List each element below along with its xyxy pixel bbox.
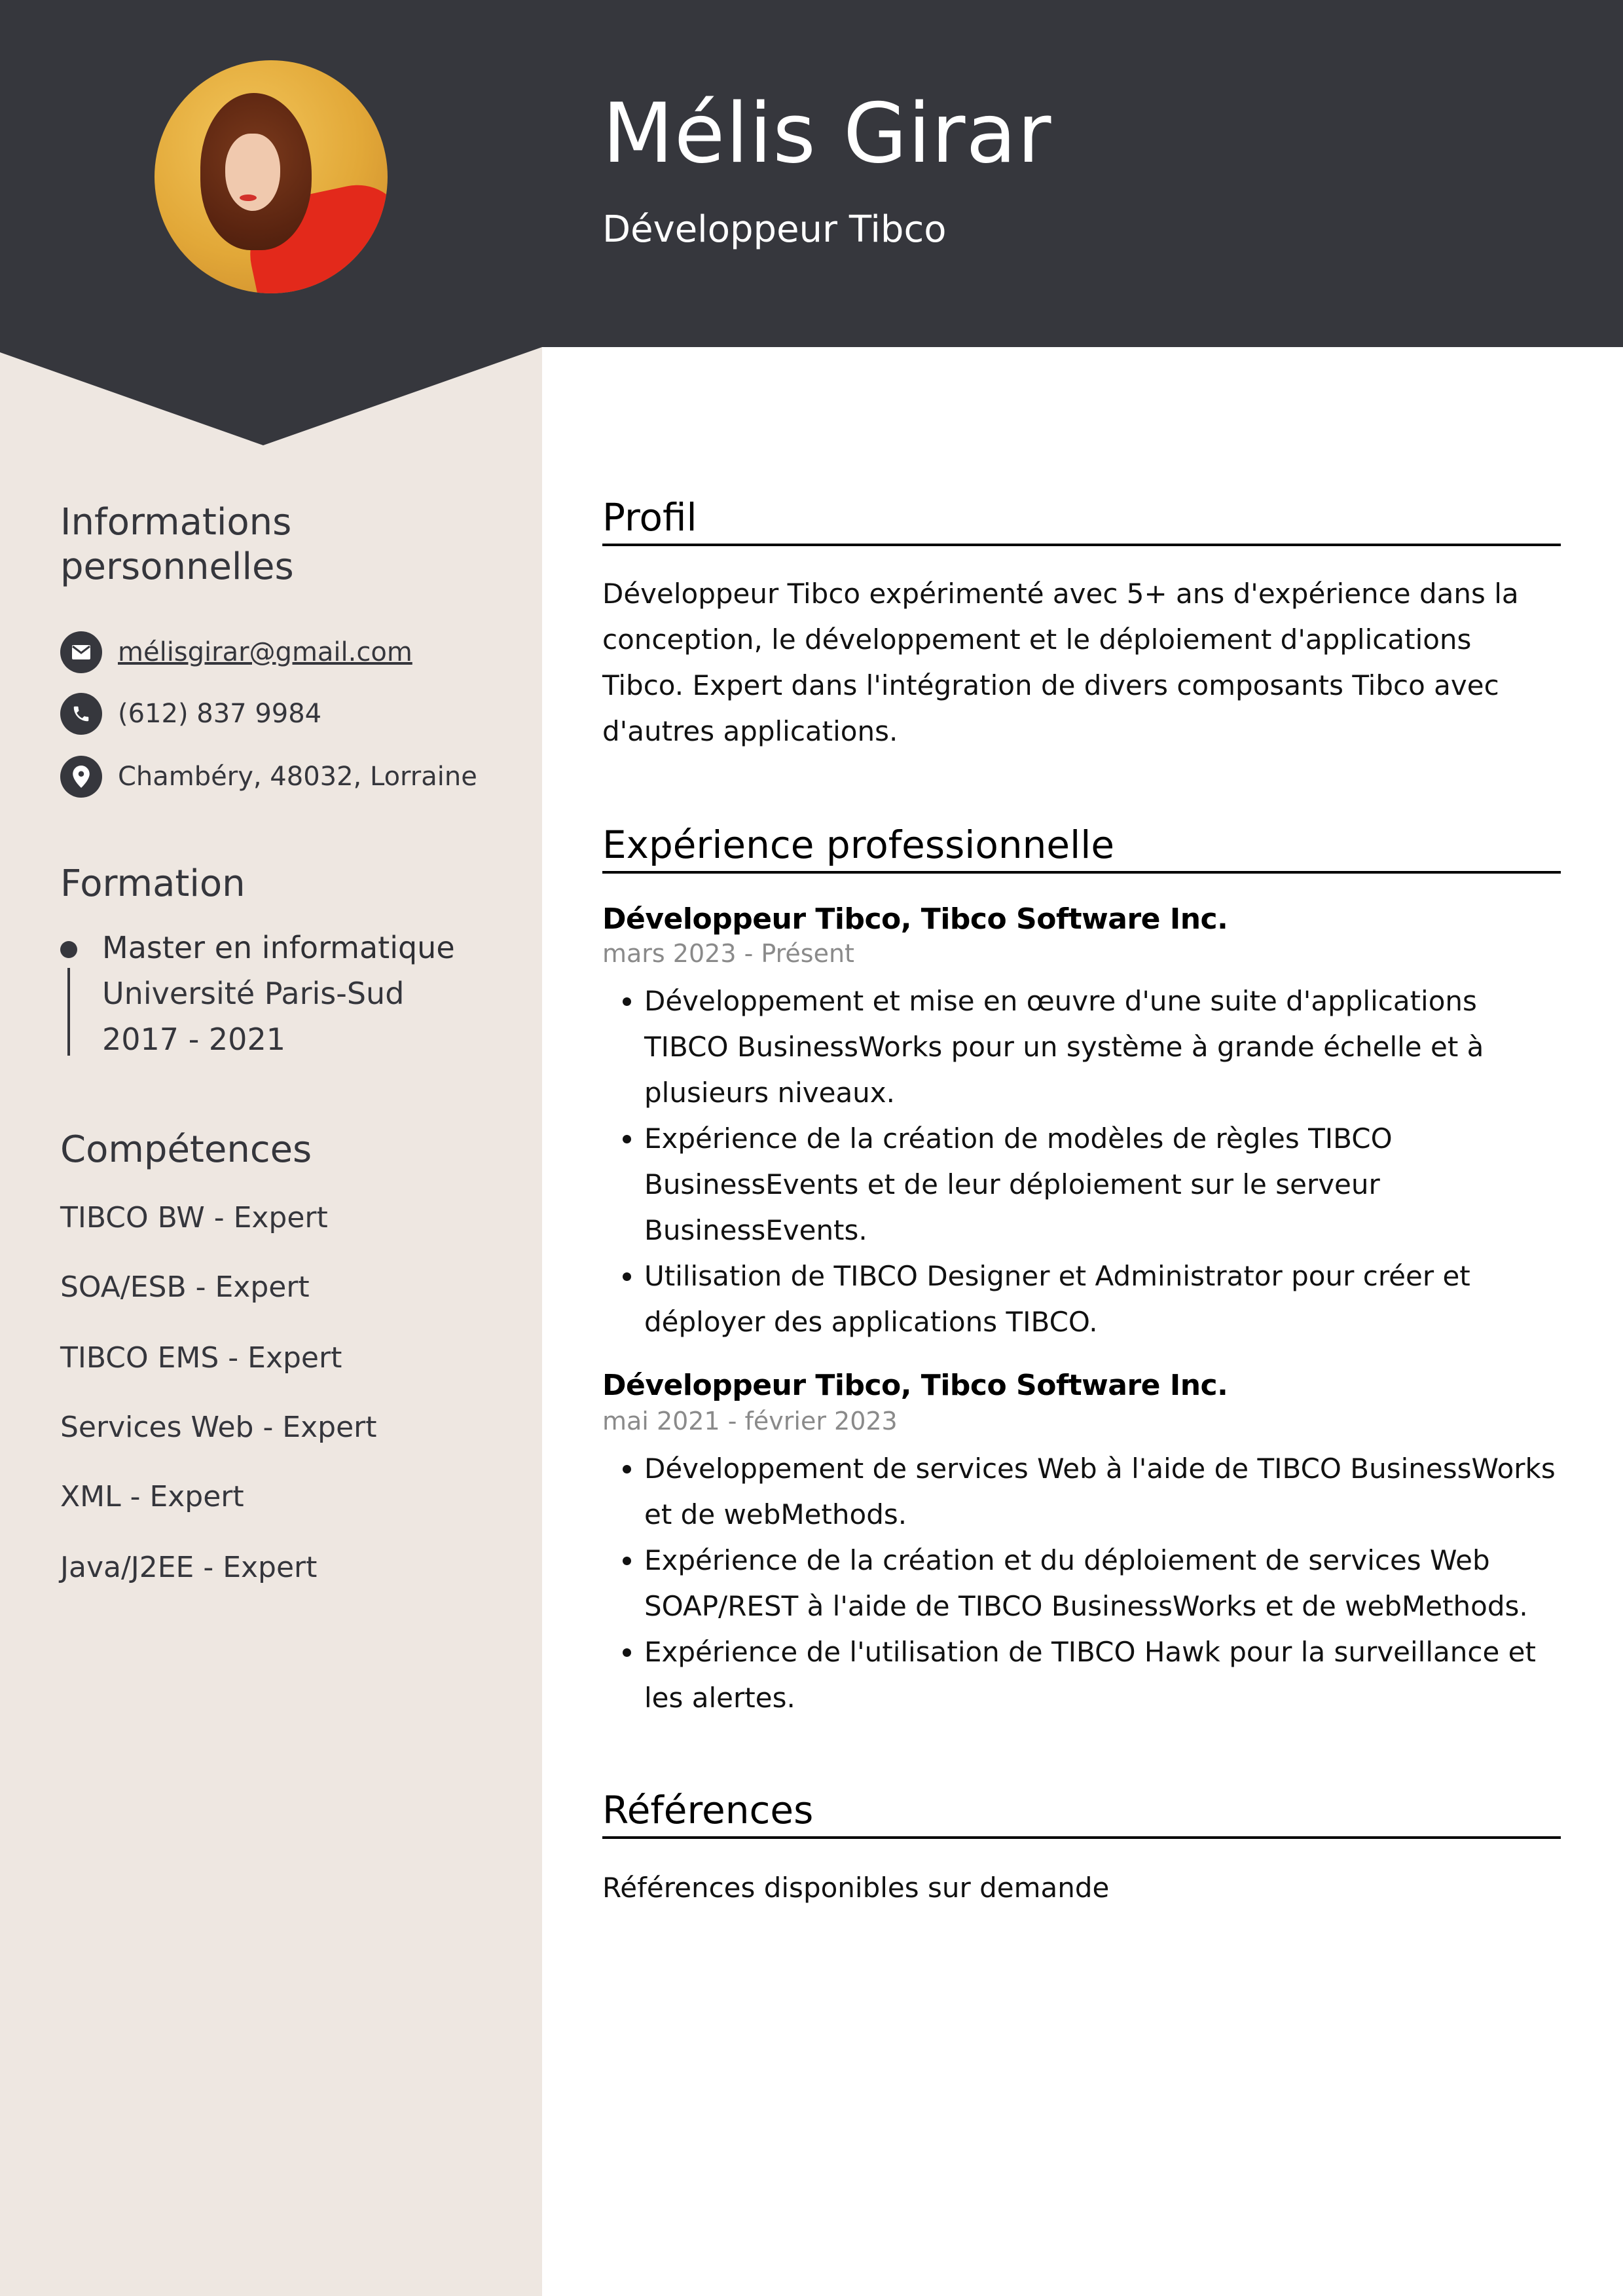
job-bullet: Expérience de la création de modèles de … <box>644 1116 1567 1253</box>
skill-item: XML - Expert <box>60 1480 244 1513</box>
location-pin-icon <box>60 756 102 798</box>
skills-section: Compétences <box>60 1128 505 1172</box>
job-title-1: Développeur Tibco, Tibco Software Inc. <box>602 902 1228 936</box>
job-bullets-1: Développement et mise en œuvre d'une sui… <box>602 978 1567 1345</box>
job-dates-1: mars 2023 - Présent <box>602 939 854 968</box>
job-bullet: Développement de services Web à l'aide d… <box>644 1446 1567 1538</box>
education-section: Formation <box>60 862 505 906</box>
contact-address-row: Chambéry, 48032, Lorraine <box>60 756 477 798</box>
education-heading: Formation <box>60 862 246 905</box>
education-degree: Master en informatique <box>102 930 455 965</box>
job-bullets-2: Développement de services Web à l'aide d… <box>602 1446 1567 1721</box>
references-text: Références disponibles sur demande <box>602 1872 1110 1904</box>
job-dates-2: mai 2021 - février 2023 <box>602 1407 898 1435</box>
education-school: Université Paris-Sud <box>102 976 405 1011</box>
personal-info-heading-line1: Informations <box>60 501 292 544</box>
email-link[interactable]: mélisgirar@gmail.com <box>118 637 412 667</box>
job-bullet: Expérience de la création et du déploiem… <box>644 1538 1567 1629</box>
contact-email-row: mélisgirar@gmail.com <box>60 631 412 673</box>
skill-item: TIBCO BW - Expert <box>60 1201 328 1234</box>
job-bullet: Développement et mise en œuvre d'une sui… <box>644 978 1567 1116</box>
contact-phone-row: (612) 837 9984 <box>60 693 321 735</box>
phone-icon <box>60 693 102 735</box>
personal-info-section: Informations personnelles <box>60 500 505 589</box>
address: Chambéry, 48032, Lorraine <box>118 762 477 792</box>
experience-heading: Expérience professionnelle <box>602 823 1561 874</box>
skill-item: SOA/ESB - Expert <box>60 1270 310 1304</box>
personal-info-heading: Informations personnelles <box>60 500 505 589</box>
profile-heading: Profil <box>602 495 1561 546</box>
candidate-title: Développeur Tibco <box>602 208 947 251</box>
skill-item: Java/J2EE - Expert <box>60 1551 318 1584</box>
timeline-dot <box>60 941 77 958</box>
education-years: 2017 - 2021 <box>102 1022 285 1057</box>
skill-item: TIBCO EMS - Expert <box>60 1341 342 1375</box>
job-title-2: Développeur Tibco, Tibco Software Inc. <box>602 1369 1228 1402</box>
job-bullet: Expérience de l'utilisation de TIBCO Haw… <box>644 1629 1567 1721</box>
phone-number: (612) 837 9984 <box>118 699 322 729</box>
timeline-line <box>67 968 70 1056</box>
skill-item: Services Web - Expert <box>60 1411 377 1444</box>
references-heading: Références <box>602 1788 1561 1839</box>
skills-heading: Compétences <box>60 1128 312 1171</box>
envelope-icon <box>60 631 102 673</box>
profile-summary: Développeur Tibco expérimenté avec 5+ an… <box>602 578 1519 747</box>
candidate-name: Mélis Girar <box>602 85 1052 181</box>
profile-photo <box>155 60 388 293</box>
personal-info-heading-line2: personnelles <box>60 546 294 588</box>
job-bullet: Utilisation de TIBCO Designer et Adminis… <box>644 1253 1567 1345</box>
photo-lips <box>240 194 257 201</box>
